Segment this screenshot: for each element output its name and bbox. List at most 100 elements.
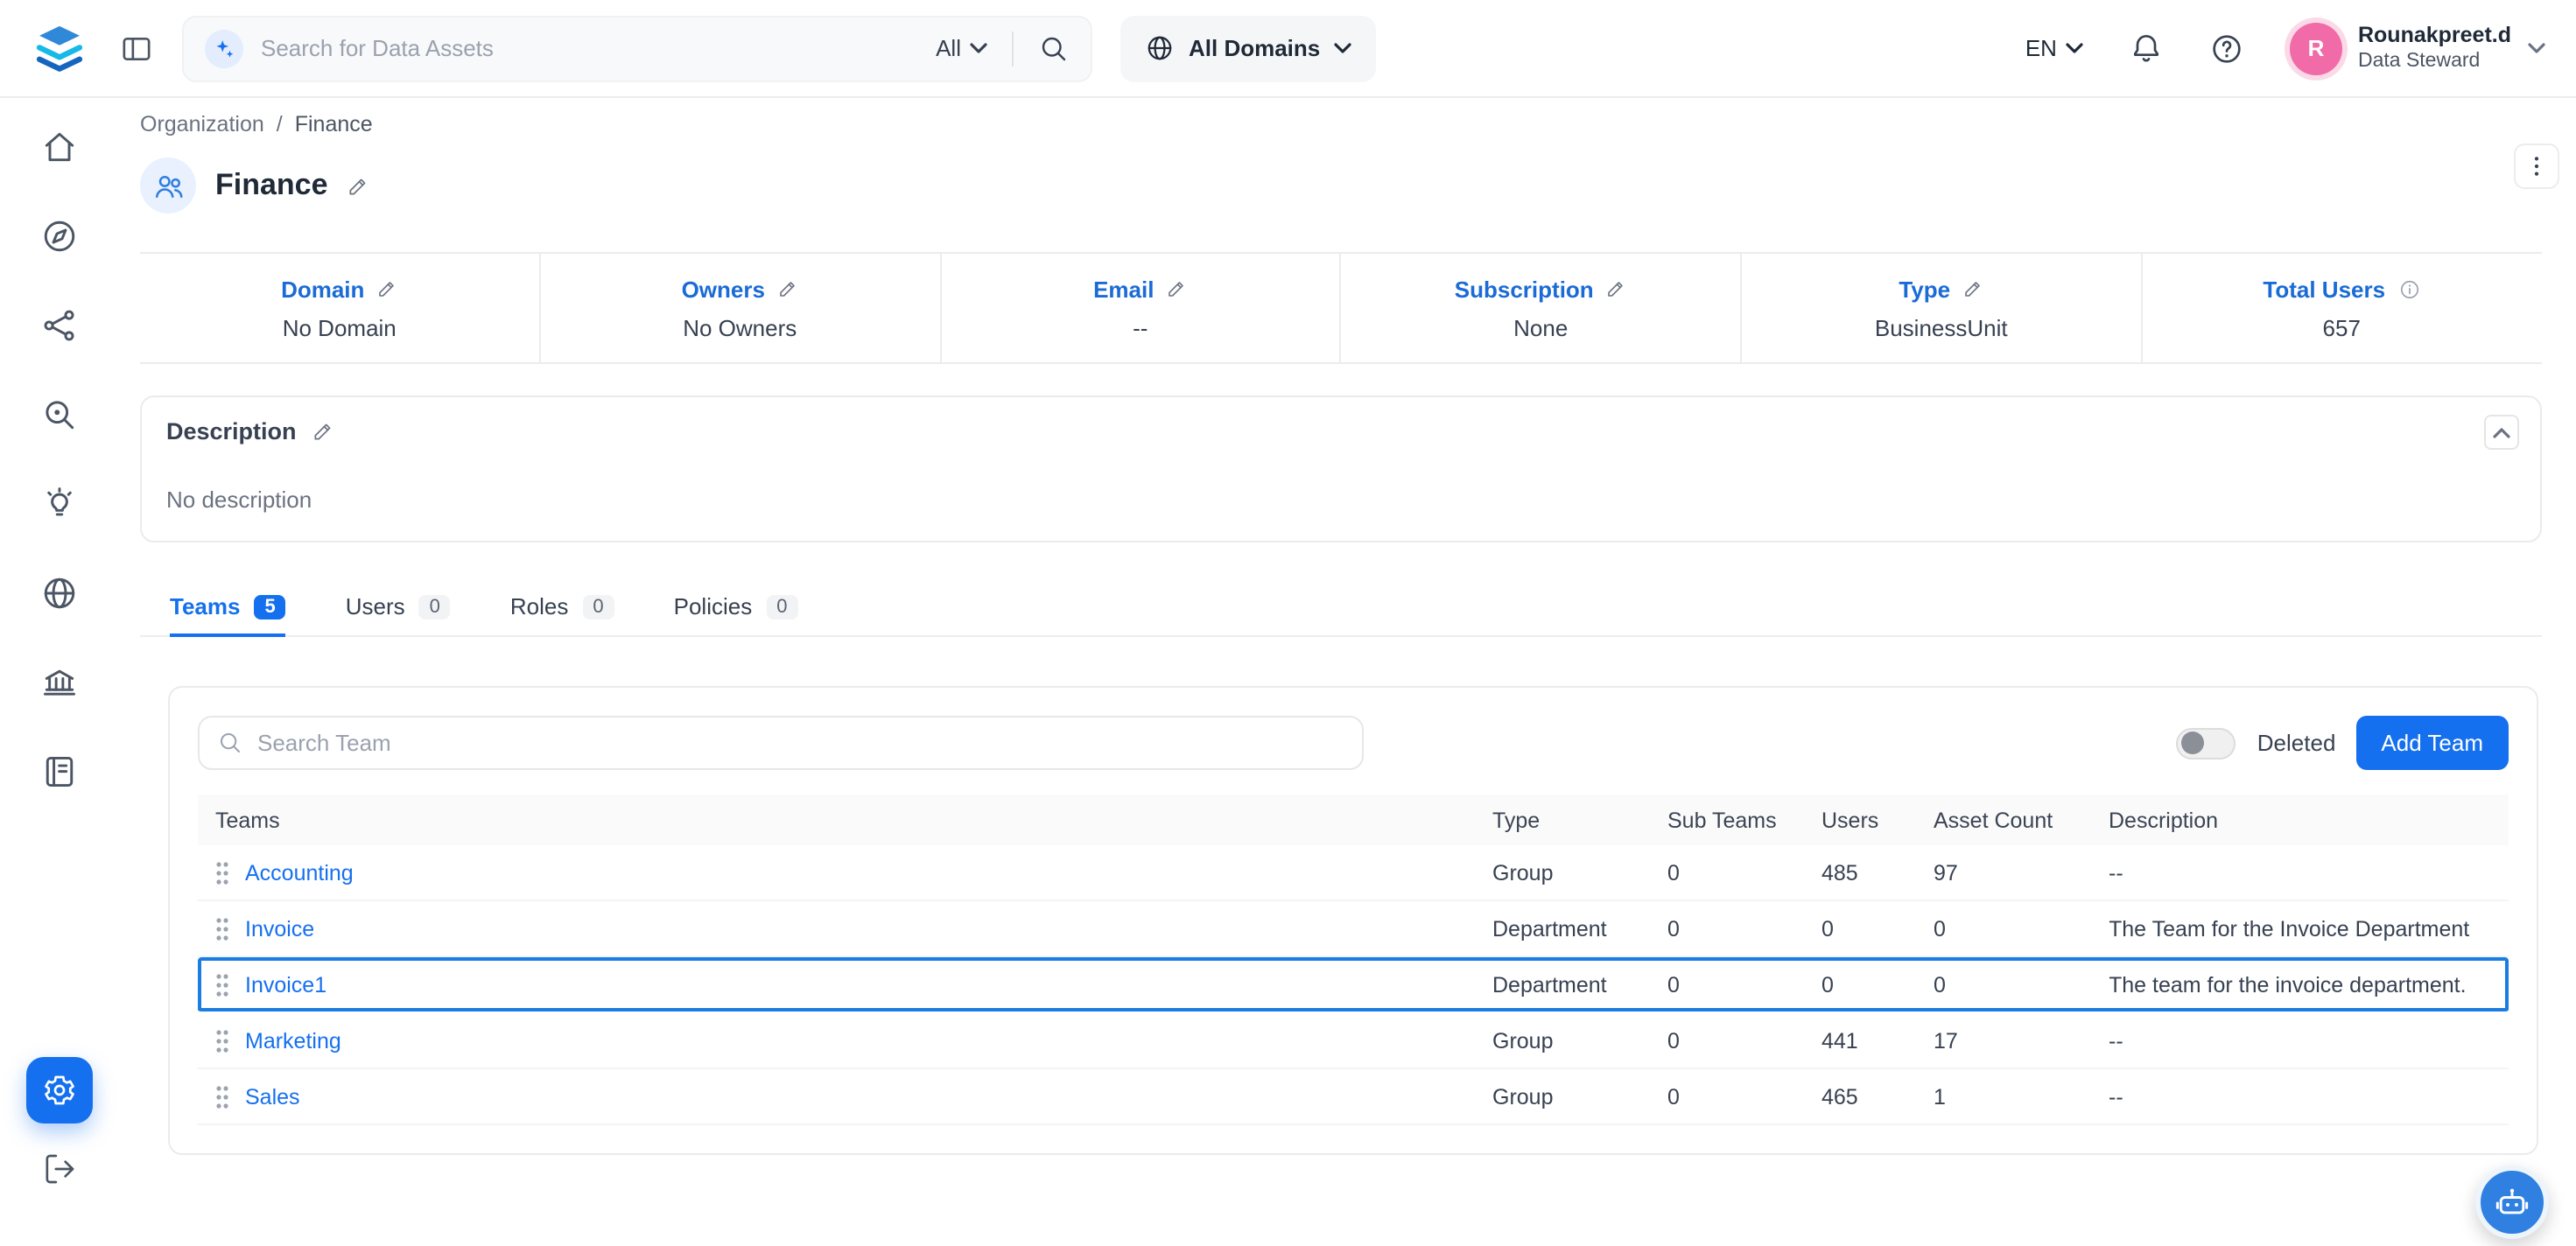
team-search-input[interactable] — [257, 730, 1344, 756]
tab-roles[interactable]: Roles 0 — [510, 578, 614, 635]
teams-table-header: Teams Type Sub Teams Users Asset Count D… — [198, 794, 2508, 845]
team-link[interactable]: Invoice1 — [245, 972, 326, 997]
drag-handle-icon[interactable] — [215, 972, 229, 997]
left-sidebar — [0, 98, 119, 1246]
breadcrumb: Organization / Finance — [140, 112, 2541, 136]
table-row-invoice1-highlighted: Invoice1 Department 0 0 0 The team for t… — [198, 957, 2508, 1013]
drag-handle-icon[interactable] — [215, 916, 229, 941]
breadcrumb-separator: / — [277, 112, 283, 136]
cell-asset-count: 0 — [1934, 972, 2109, 997]
user-role: Data Steward — [2358, 49, 2511, 74]
edit-email-icon[interactable] — [1166, 278, 1187, 299]
edit-title-icon[interactable] — [347, 174, 370, 197]
description-label: Description — [166, 418, 297, 444]
header-sub-teams: Sub Teams — [1667, 808, 1821, 832]
drag-handle-icon[interactable] — [215, 1028, 229, 1053]
user-avatar: R — [2290, 22, 2342, 74]
team-search-box[interactable] — [198, 716, 1364, 770]
edit-type-icon[interactable] — [1962, 278, 1983, 299]
breadcrumb-organization[interactable]: Organization — [140, 112, 264, 136]
user-menu[interactable]: R Rounakpreet.d Data Steward — [2290, 22, 2544, 74]
drag-handle-icon[interactable] — [215, 1084, 229, 1109]
title-row: Finance — [140, 158, 2541, 214]
search-icon — [217, 730, 243, 756]
collapse-description-button[interactable] — [2483, 415, 2518, 450]
tab-roles-count: 0 — [582, 594, 614, 619]
notifications-bell-icon[interactable] — [2129, 31, 2164, 66]
sidebar-glossary-icon[interactable] — [40, 752, 79, 791]
sidebar-bottom — [26, 1057, 93, 1246]
cell-type: Department — [1492, 972, 1667, 997]
team-link[interactable]: Invoice — [245, 916, 314, 941]
breadcrumb-current: Finance — [295, 112, 373, 136]
user-info: Rounakpreet.d Data Steward — [2358, 23, 2511, 74]
info-type-value: BusinessUnit — [1875, 314, 2008, 340]
cell-description: The Team for the Invoice Department — [2109, 916, 2508, 941]
globe-icon — [1145, 33, 1175, 63]
tab-teams-count: 5 — [254, 594, 285, 619]
chatbot-button[interactable] — [2474, 1166, 2548, 1239]
drag-handle-icon[interactable] — [215, 860, 229, 885]
chevron-down-icon — [2527, 42, 2544, 54]
header-type: Type — [1492, 808, 1667, 832]
cell-asset-count: 97 — [1934, 860, 2109, 885]
divider — [1012, 31, 1014, 66]
header-teams: Teams — [198, 808, 1492, 832]
edit-description-icon[interactable] — [312, 420, 335, 443]
team-link[interactable]: Marketing — [245, 1028, 341, 1053]
table-row-accounting: Accounting Group 0 485 97 -- — [198, 845, 2508, 901]
chevron-down-icon — [1334, 42, 1351, 54]
sidebar-observability-icon[interactable] — [40, 396, 79, 434]
search-scope-dropdown[interactable]: All — [936, 35, 987, 61]
sidebar-explore-icon[interactable] — [40, 217, 79, 256]
edit-owners-icon[interactable] — [777, 278, 798, 299]
edit-domain-icon[interactable] — [376, 278, 397, 299]
sidebar-home-icon[interactable] — [40, 128, 79, 166]
search-scope-label: All — [936, 35, 961, 61]
sidebar-domains-icon[interactable] — [40, 574, 79, 612]
sidebar-toggle-icon[interactable] — [119, 31, 154, 66]
table-row-invoice: Invoice Department 0 0 0 The Team for th… — [198, 901, 2508, 957]
deleted-toggle[interactable] — [2177, 727, 2236, 759]
sidebar-lineage-icon[interactable] — [40, 306, 79, 345]
kebab-icon — [2522, 152, 2550, 180]
language-dropdown[interactable]: EN — [2025, 35, 2083, 61]
info-type: Type BusinessUnit — [1742, 254, 2143, 362]
info-email: Email -- — [941, 254, 1342, 362]
info-total-users-label: Total Users — [2263, 276, 2385, 302]
edit-subscription-icon[interactable] — [1606, 278, 1627, 299]
info-domain-value: No Domain — [283, 314, 397, 340]
domains-filter-button[interactable]: All Domains — [1120, 15, 1376, 81]
team-avatar — [140, 158, 196, 214]
logout-icon[interactable] — [42, 1152, 77, 1186]
sidebar-govern-icon[interactable] — [40, 663, 79, 702]
help-icon[interactable] — [2209, 31, 2244, 66]
app-logo[interactable] — [0, 20, 119, 76]
cell-sub-teams: 0 — [1667, 1028, 1821, 1053]
manage-kebab-button[interactable] — [2513, 144, 2558, 189]
team-link[interactable]: Accounting — [245, 860, 354, 885]
cell-users: 0 — [1821, 916, 1934, 941]
cell-type: Group — [1492, 1084, 1667, 1109]
info-domain-label: Domain — [281, 276, 364, 302]
team-link[interactable]: Sales — [245, 1084, 300, 1109]
gear-icon — [42, 1073, 77, 1108]
tab-teams[interactable]: Teams 5 — [170, 578, 286, 635]
tab-users-count: 0 — [419, 594, 451, 619]
cell-asset-count: 17 — [1934, 1028, 2109, 1053]
search-input[interactable] — [261, 35, 918, 61]
global-search-bar[interactable]: All — [182, 15, 1092, 81]
tab-policies[interactable]: Policies 0 — [674, 578, 798, 635]
sidebar-insights-icon[interactable] — [40, 485, 79, 523]
tab-users[interactable]: Users 0 — [346, 578, 451, 635]
description-card: Description No description — [140, 396, 2541, 542]
cell-users: 441 — [1821, 1028, 1934, 1053]
add-team-button[interactable]: Add Team — [2356, 716, 2508, 770]
info-email-value: -- — [1133, 314, 1148, 340]
search-submit-icon[interactable] — [1038, 32, 1070, 64]
domains-filter-label: All Domains — [1189, 35, 1320, 61]
sidebar-settings-button[interactable] — [26, 1057, 93, 1124]
cell-users: 0 — [1821, 972, 1934, 997]
info-total-users-value: 657 — [2323, 314, 2361, 340]
chevron-down-icon — [970, 42, 987, 54]
